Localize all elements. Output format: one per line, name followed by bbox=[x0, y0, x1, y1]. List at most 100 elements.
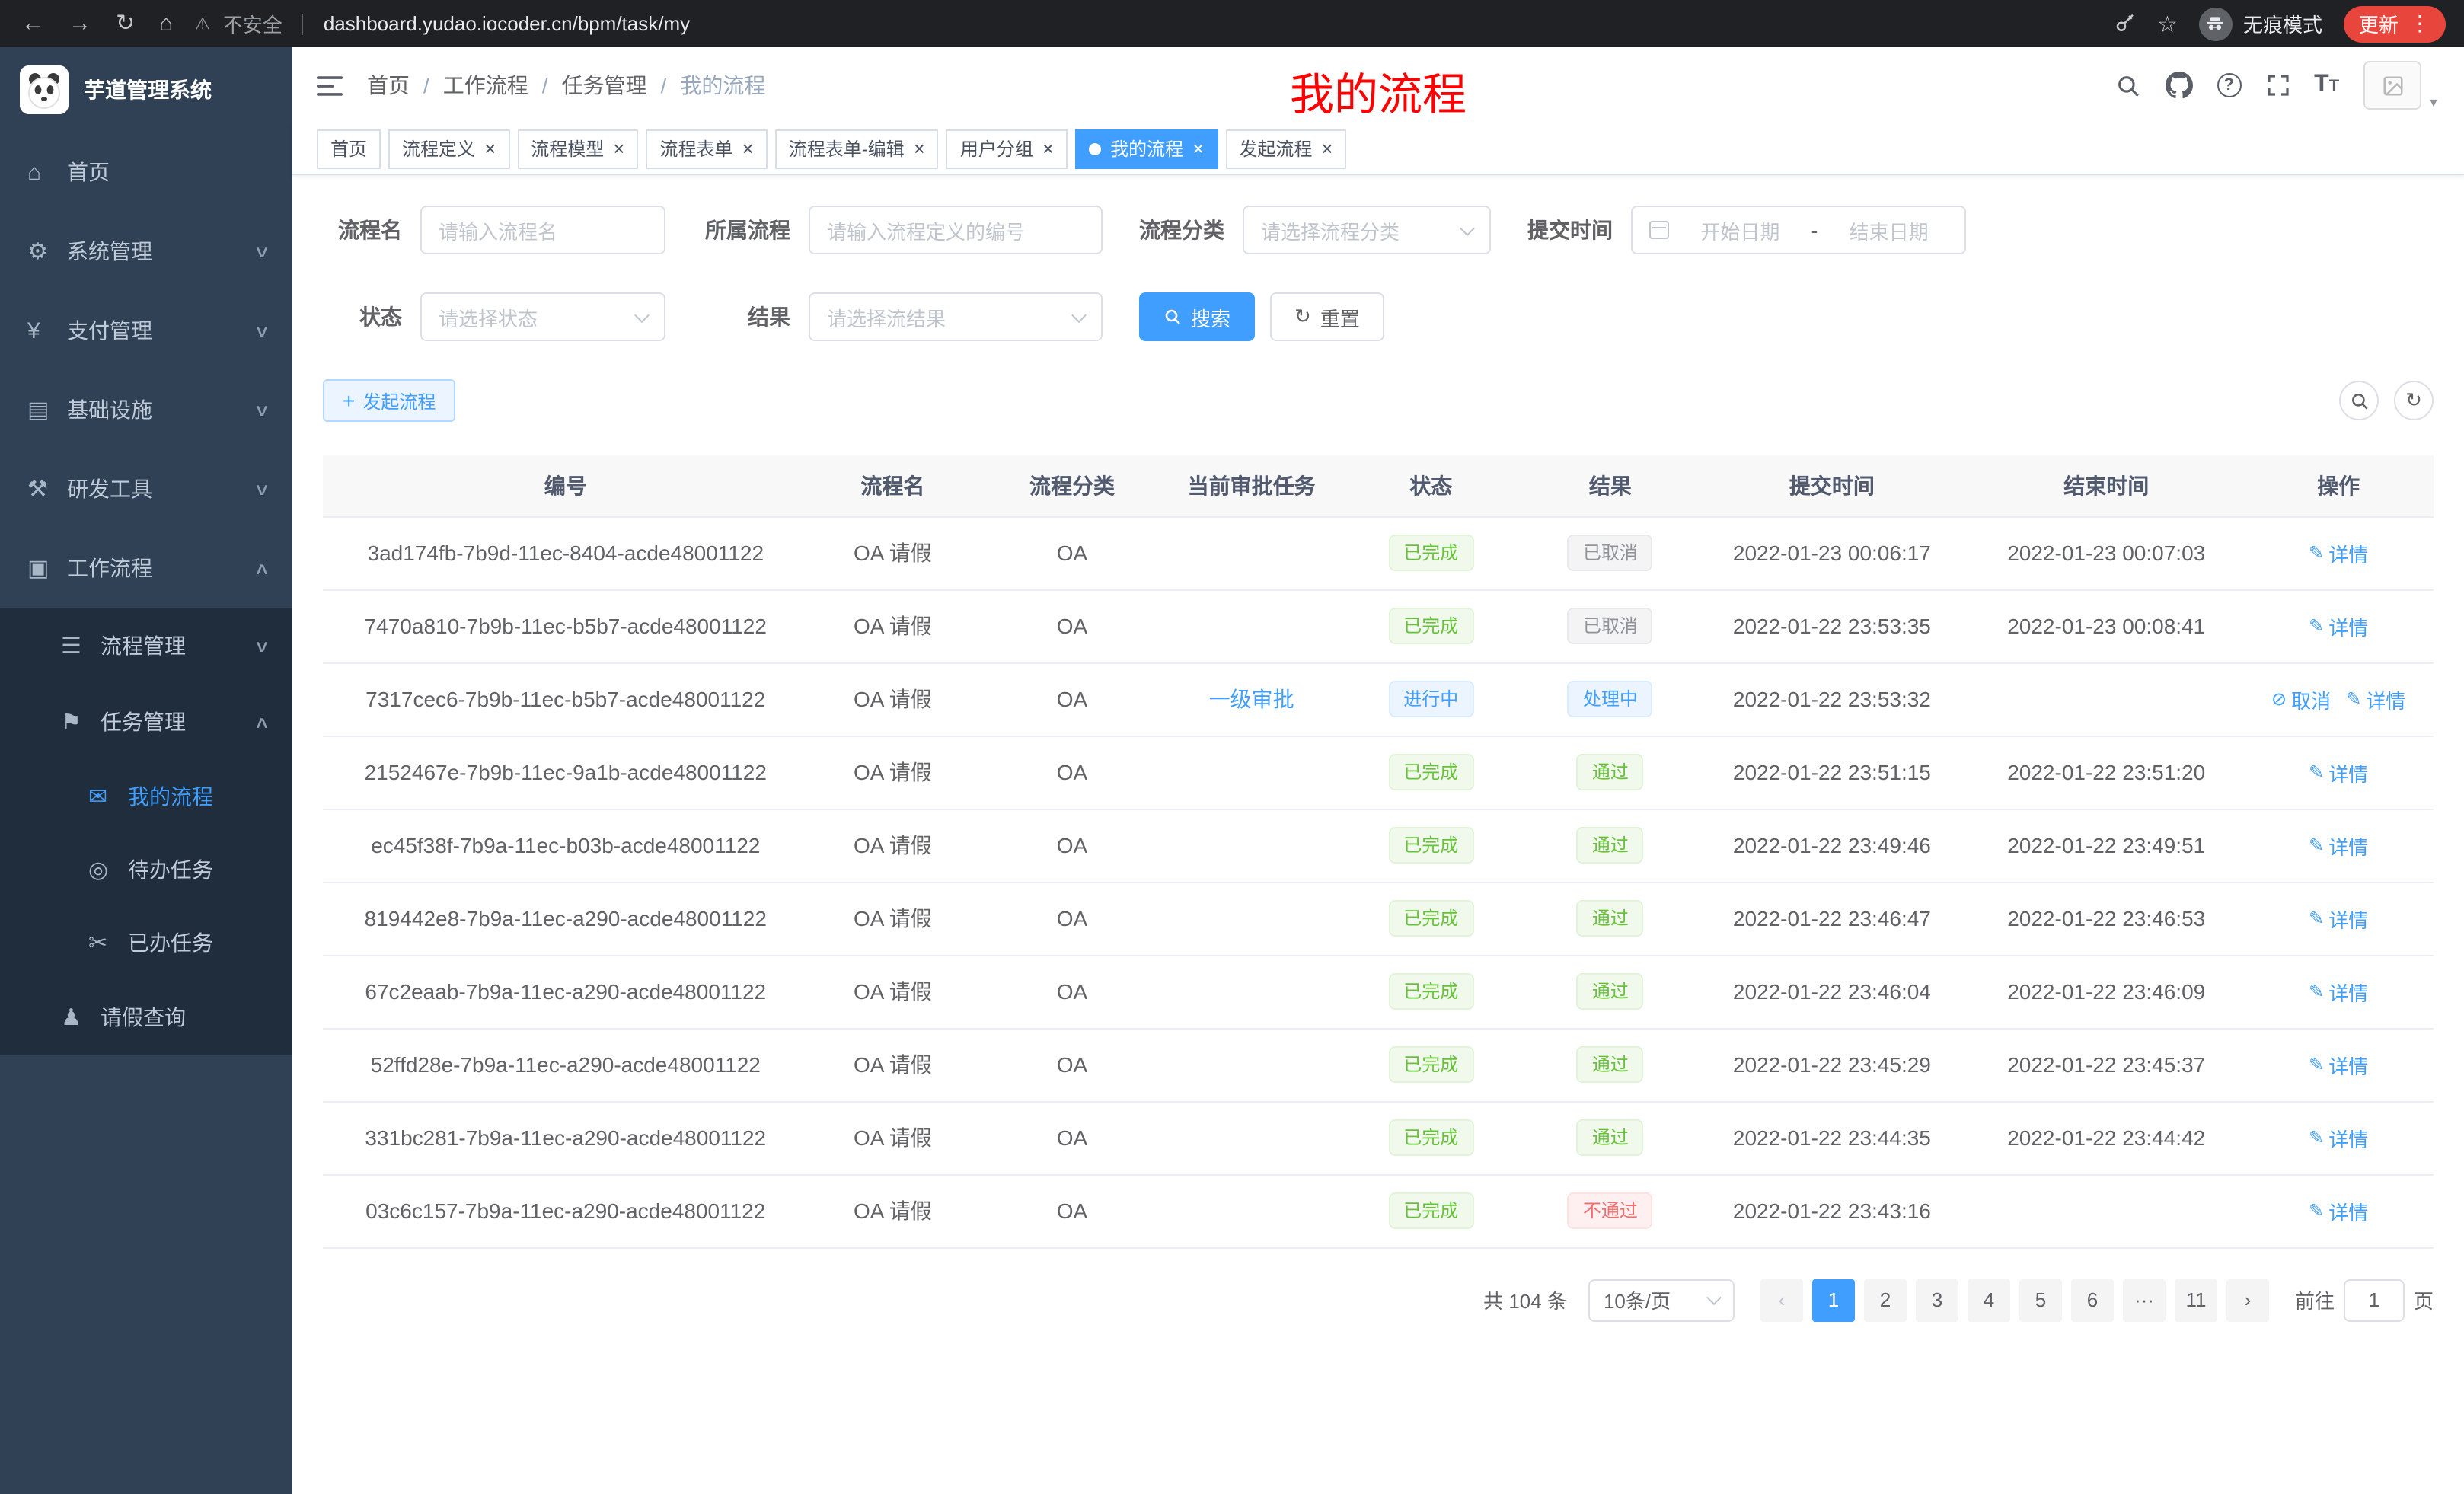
sidebar-item-home[interactable]: ⌂首页 bbox=[0, 132, 292, 212]
detail-link[interactable]: ✎详情 bbox=[2309, 611, 2368, 640]
back-icon[interactable]: ← bbox=[21, 12, 44, 35]
page-size-select[interactable]: 10条/页 bbox=[1588, 1279, 1735, 1321]
prev-page-button[interactable]: ‹ bbox=[1760, 1279, 1803, 1321]
sidebar-item-leave-query[interactable]: ♟请假查询 bbox=[0, 979, 292, 1055]
help-icon[interactable]: ? bbox=[2217, 73, 2241, 97]
sidebar-item-system-management[interactable]: ⚙系统管理∨ bbox=[0, 212, 292, 291]
browser-home-icon[interactable]: ⌂ bbox=[159, 12, 173, 35]
sidebar-item-dev-tools[interactable]: ⚒研发工具∨ bbox=[0, 449, 292, 528]
detail-link[interactable]: ✎详情 bbox=[2309, 538, 2368, 567]
detail-link[interactable]: ✎详情 bbox=[2309, 977, 2368, 1006]
sidebar-item-label: 已办任务 bbox=[128, 927, 213, 958]
cell-name: OA 请假 bbox=[809, 1101, 978, 1174]
page-button[interactable]: 1 bbox=[1812, 1279, 1855, 1321]
goto-page: 前往 页 bbox=[2295, 1279, 2434, 1321]
tab-item[interactable]: 我的流程× bbox=[1075, 129, 1218, 168]
password-key-icon[interactable] bbox=[2113, 12, 2136, 35]
incognito-icon bbox=[2199, 7, 2233, 40]
detail-link[interactable]: ✎详情 bbox=[2346, 685, 2405, 713]
detail-link[interactable]: ✎详情 bbox=[2309, 1123, 2368, 1152]
edit-icon: ✎ bbox=[2309, 981, 2324, 1002]
page-button[interactable]: 2 bbox=[1864, 1279, 1907, 1321]
tab-item[interactable]: 流程模型× bbox=[517, 129, 638, 168]
detail-link[interactable]: ✎详情 bbox=[2309, 1196, 2368, 1225]
category-select[interactable]: 请选择流程分类 bbox=[1243, 206, 1491, 254]
goto-page-input[interactable] bbox=[2344, 1279, 2405, 1321]
forward-icon[interactable]: → bbox=[69, 12, 91, 35]
tab-item[interactable]: 流程表单× bbox=[646, 129, 767, 168]
cell-id: 7470a810-7b9b-11ec-b5b7-acde48001122 bbox=[323, 589, 809, 662]
reload-icon[interactable]: ↻ bbox=[116, 12, 135, 35]
cancel-link[interactable]: ⊘取消 bbox=[2271, 685, 2331, 713]
breadcrumb-item[interactable]: 首页 bbox=[367, 70, 410, 101]
refresh-table-button[interactable]: ↻ bbox=[2394, 381, 2434, 420]
cell-actions: ✎详情 bbox=[2243, 1174, 2434, 1247]
submit-time-range-input[interactable]: 开始日期 - 结束日期 bbox=[1631, 206, 1966, 254]
process-table: 编号流程名流程分类当前审批任务状态结果提交时间结束时间操作 3ad174fb-7… bbox=[323, 455, 2434, 1248]
sidebar-item-infrastructure[interactable]: ▤基础设施∨ bbox=[0, 370, 292, 449]
tab-close-icon[interactable]: × bbox=[742, 139, 754, 158]
detail-link[interactable]: ✎详情 bbox=[2309, 1050, 2368, 1079]
sidebar-item-todo-tasks[interactable]: ◎待办任务 bbox=[0, 833, 292, 906]
tab-item[interactable]: 流程表单-编辑× bbox=[775, 129, 939, 168]
address-bar[interactable]: ⚠ 不安全 dashboard.yudao.iocoder.cn/bpm/tas… bbox=[194, 9, 2095, 38]
toggle-search-button[interactable] bbox=[2339, 381, 2379, 420]
reset-button[interactable]: ↻ 重置 bbox=[1270, 292, 1384, 341]
sidebar-toggle-icon[interactable] bbox=[317, 72, 343, 98]
tab-item[interactable]: 用户分组× bbox=[946, 129, 1068, 168]
detail-link[interactable]: ✎详情 bbox=[2309, 831, 2368, 860]
tab-close-icon[interactable]: × bbox=[1192, 139, 1204, 158]
result-badge: 已取消 bbox=[1568, 535, 1653, 571]
tab-close-icon[interactable]: × bbox=[484, 139, 496, 158]
tab-item[interactable]: 首页 bbox=[317, 129, 381, 168]
search-button[interactable]: 搜索 bbox=[1139, 292, 1255, 341]
sidebar-item-label: 流程管理 bbox=[101, 630, 186, 661]
page-button[interactable]: 3 bbox=[1916, 1279, 1958, 1321]
sidebar-item-process-management[interactable]: ☰流程管理∨ bbox=[0, 608, 292, 684]
sidebar-item-done-tasks[interactable]: ✂已办任务 bbox=[0, 906, 292, 979]
page-button[interactable]: 11 bbox=[2175, 1279, 2217, 1321]
tab-item[interactable]: 流程定义× bbox=[388, 129, 509, 168]
breadcrumb-item[interactable]: 工作流程 bbox=[443, 70, 528, 101]
current-task-link[interactable]: 一级审批 bbox=[1209, 687, 1294, 711]
edit-icon: ✎ bbox=[2309, 908, 2324, 929]
start-date-placeholder: 开始日期 bbox=[1681, 215, 1799, 244]
update-button[interactable]: 更新 ⋮ bbox=[2344, 5, 2446, 42]
table-tools: ↻ bbox=[2339, 381, 2434, 420]
column-header-end-time: 结束时间 bbox=[1969, 455, 2243, 516]
search-icon[interactable] bbox=[2115, 72, 2140, 98]
sidebar-item-workflow[interactable]: ▣工作流程∧ bbox=[0, 528, 292, 608]
detail-link[interactable]: ✎详情 bbox=[2309, 758, 2368, 787]
sidebar-item-payment-management[interactable]: ¥支付管理∨ bbox=[0, 291, 292, 370]
cell-name: OA 请假 bbox=[809, 1174, 978, 1247]
tab-item[interactable]: 发起流程× bbox=[1225, 129, 1346, 168]
tab-close-icon[interactable]: × bbox=[1321, 139, 1333, 158]
github-icon[interactable] bbox=[2165, 72, 2192, 99]
breadcrumb-item[interactable]: 任务管理 bbox=[562, 70, 647, 101]
tab-close-icon[interactable]: × bbox=[1042, 139, 1054, 158]
bookmark-star-icon[interactable]: ☆ bbox=[2157, 10, 2178, 37]
sidebar-item-task-management[interactable]: ⚑任务管理∧ bbox=[0, 684, 292, 760]
tab-close-icon[interactable]: × bbox=[914, 139, 925, 158]
browser-menu-icon[interactable]: ⋮ bbox=[2409, 11, 2430, 37]
page-button[interactable]: 4 bbox=[1968, 1279, 2010, 1321]
app-logo[interactable]: 芋道管理系统 bbox=[0, 47, 292, 132]
more-pages-button[interactable]: ··· bbox=[2123, 1279, 2166, 1321]
create-process-button[interactable]: + 发起流程 bbox=[323, 379, 455, 422]
process-name-input[interactable]: 请输入流程名 bbox=[420, 206, 665, 254]
fullscreen-icon[interactable] bbox=[2265, 73, 2290, 97]
security-label: 不安全 bbox=[223, 9, 282, 38]
font-size-icon[interactable]: TT bbox=[2314, 72, 2339, 99]
parent-process-input[interactable]: 请输入流程定义的编号 bbox=[809, 206, 1103, 254]
page-button[interactable]: 6 bbox=[2071, 1279, 2114, 1321]
next-page-button[interactable]: › bbox=[2226, 1279, 2269, 1321]
status-select[interactable]: 请选择状态 bbox=[420, 292, 665, 341]
result-select[interactable]: 请选择流结果 bbox=[809, 292, 1103, 341]
page-button[interactable]: 5 bbox=[2019, 1279, 2062, 1321]
chevron-down-icon: ∨ bbox=[254, 479, 270, 499]
user-menu[interactable]: ▼ bbox=[2363, 61, 2440, 110]
edit-icon: ✎ bbox=[2309, 1127, 2324, 1148]
detail-link[interactable]: ✎详情 bbox=[2309, 904, 2368, 933]
sidebar-item-my-process[interactable]: ✉我的流程 bbox=[0, 760, 292, 833]
tab-close-icon[interactable]: × bbox=[613, 139, 624, 158]
